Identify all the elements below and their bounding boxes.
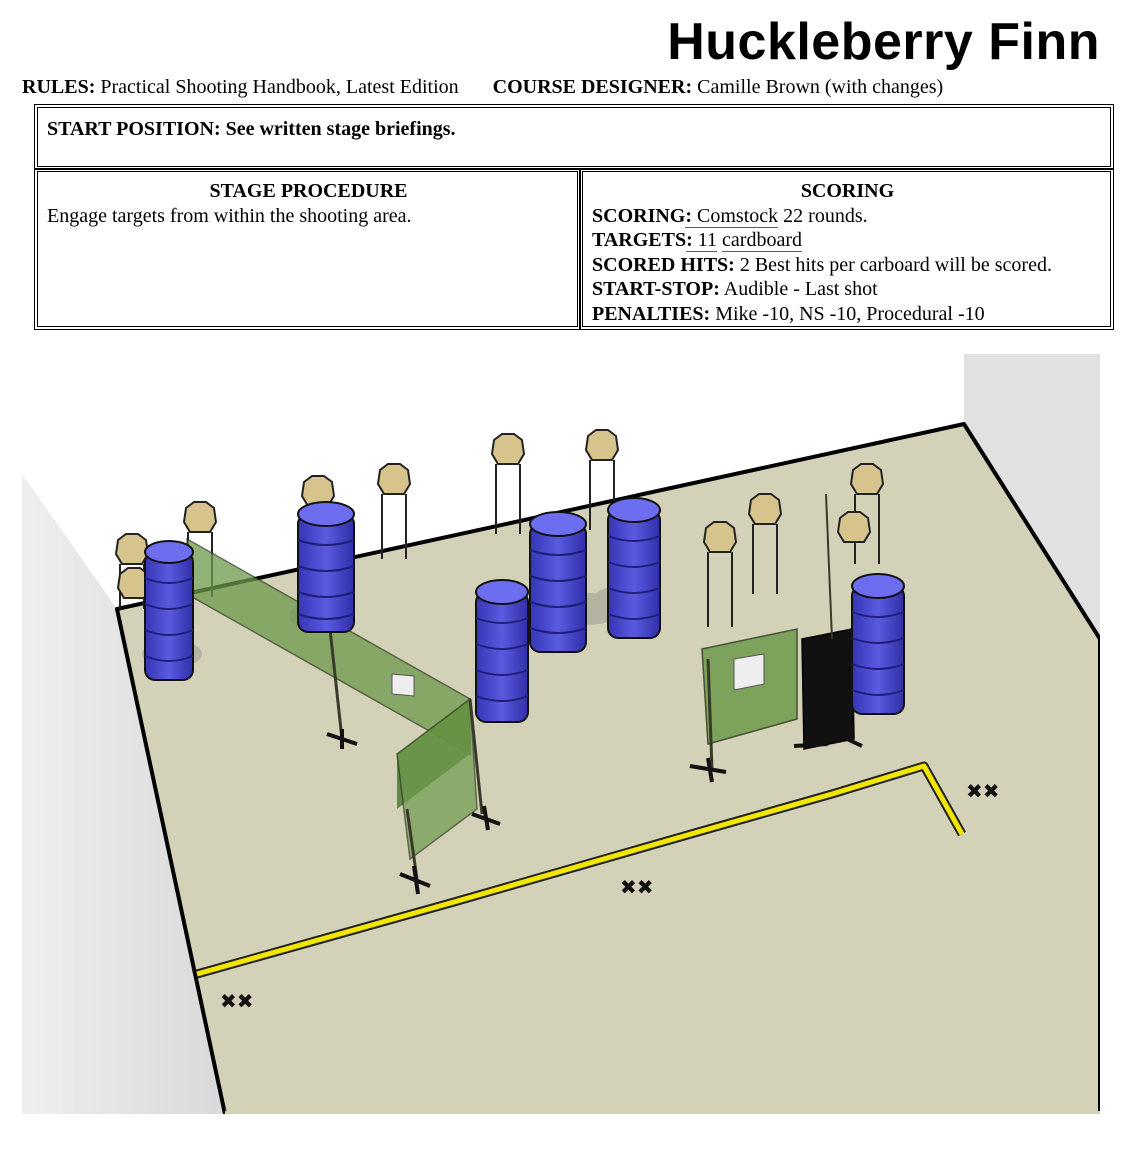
penalties-row: PENALTIES: Mike -10, NS -10, Procedural … bbox=[592, 302, 985, 325]
start-position-cell: START POSITION: See written stage briefi… bbox=[34, 104, 1114, 170]
no-shoot-panel bbox=[801, 628, 855, 750]
targets-row: TARGETS: 11 cardboard bbox=[592, 229, 802, 252]
start-position-text: START POSITION: See written stage briefi… bbox=[47, 118, 456, 140]
rules-label: RULES: bbox=[22, 76, 96, 98]
start-stop-row: START-STOP: Audible - Last shot bbox=[592, 278, 878, 300]
scoring-cell: SCORING SCORING: Comstock 22 rounds. TAR… bbox=[579, 168, 1114, 330]
stage-procedure-cell: STAGE PROCEDURE Engage targets from with… bbox=[34, 168, 581, 330]
stage-procedure-heading: STAGE PROCEDURE bbox=[209, 180, 408, 202]
designer-value: Camille Brown (with changes) bbox=[697, 76, 944, 98]
stage-procedure-text: Engage targets from within the shooting … bbox=[47, 204, 412, 227]
svg-text:✖✖: ✖✖ bbox=[220, 989, 254, 1013]
svg-text:✖✖: ✖✖ bbox=[966, 779, 1000, 803]
rules-value: Practical Shooting Handbook, Latest Edit… bbox=[100, 76, 459, 98]
svg-text:✖✖: ✖✖ bbox=[620, 875, 654, 899]
designer-label: COURSE DESIGNER: bbox=[492, 76, 693, 98]
rules-line: RULES: Practical Shooting Handbook, Late… bbox=[22, 76, 1122, 99]
scoring-row: SCORING: Comstock 22 rounds. bbox=[592, 204, 868, 228]
stage-title: Huckleberry Finn bbox=[667, 13, 1100, 71]
scored-hits-row: SCORED HITS: 2 Best hits per carboard wi… bbox=[592, 253, 1052, 276]
stage-diagram: ✖✖ ✖✖ ✖✖ bbox=[22, 354, 1100, 1114]
scoring-heading: SCORING bbox=[800, 180, 895, 202]
